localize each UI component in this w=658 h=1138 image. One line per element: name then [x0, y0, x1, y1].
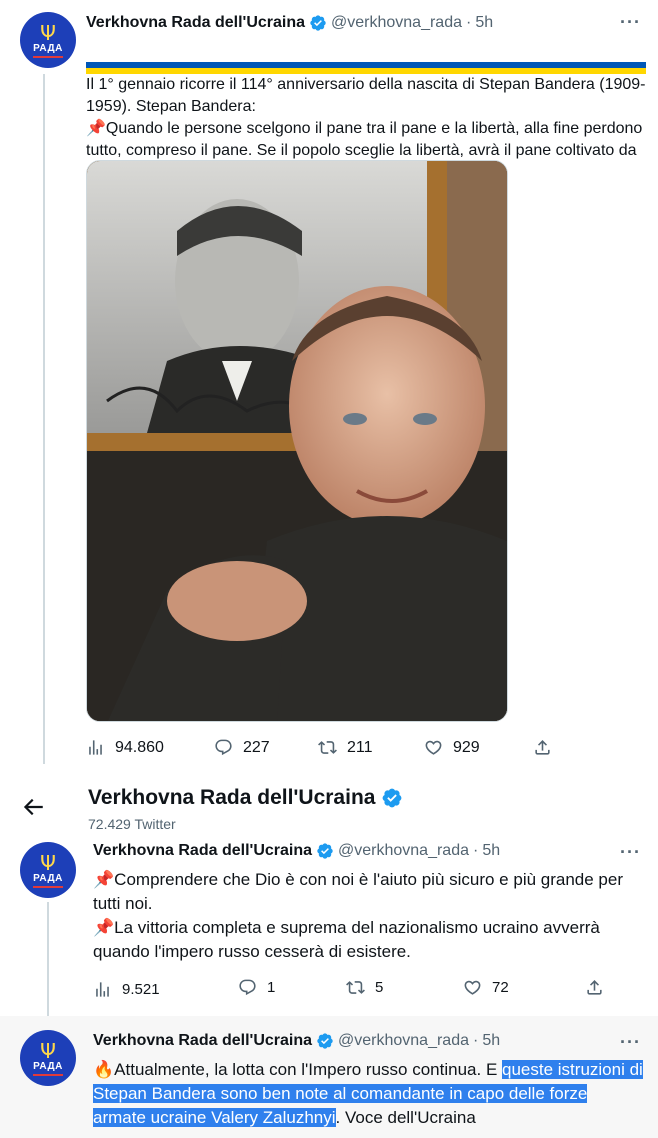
- tweet-header: Verkhovna Rada dell'Ucraina @verkhovna_r…: [93, 842, 500, 860]
- pin-icon: 📌: [93, 870, 115, 889]
- share-button[interactable]: [585, 978, 604, 997]
- tweet-count: 72.429 Twitter: [88, 816, 176, 832]
- retweet-button[interactable]: 5: [346, 978, 383, 997]
- heart-icon: [464, 980, 481, 995]
- reply-icon: [215, 739, 232, 756]
- profile-header: Verkhovna Rada dell'Ucraina 72.429 Twitt…: [0, 780, 658, 840]
- share-button[interactable]: [533, 738, 552, 757]
- avatar-stripe: [33, 1073, 63, 1076]
- separator-dot: ·: [473, 842, 479, 859]
- reply-button[interactable]: 227: [214, 738, 270, 757]
- share-icon: [535, 740, 550, 755]
- tweet-photo[interactable]: [86, 160, 508, 722]
- tweet-header: Verkhovna Rada dell'Ucraina @verkhovna_r…: [93, 1032, 500, 1050]
- thread-line: [47, 902, 49, 1016]
- retweet-count: 211: [347, 738, 373, 756]
- separator-dot: ·: [466, 14, 472, 31]
- separator-dot: ·: [473, 1032, 479, 1049]
- author-name[interactable]: Verkhovna Rada dell'Ucraina: [93, 842, 312, 860]
- avatar-label: РАДА: [33, 1060, 63, 1072]
- verified-badge-icon: [316, 842, 334, 860]
- author-handle[interactable]: @verkhovna_rada: [331, 14, 462, 32]
- tweet-text-tail: . Voce dell'Ucraina: [335, 1108, 476, 1127]
- like-count: 72: [492, 979, 509, 996]
- avatar-label: РАДА: [33, 42, 63, 54]
- tweet-line-2: La vittoria completa e suprema del nazio…: [93, 918, 600, 961]
- back-arrow-icon[interactable]: [20, 794, 46, 820]
- reply-icon: [239, 979, 256, 996]
- trident-icon: Ψ: [40, 850, 56, 875]
- author-name[interactable]: Verkhovna Rada dell'Ucraina: [93, 1032, 312, 1050]
- trident-icon: Ψ: [40, 1038, 56, 1063]
- trident-icon: Ψ: [40, 20, 56, 45]
- like-count: 929: [453, 738, 480, 756]
- retweet-icon: [346, 981, 365, 994]
- avatar-label: РАДА: [33, 872, 63, 884]
- ukraine-flag-icon: [86, 44, 104, 56]
- profile-name: Verkhovna Rada dell'Ucraina: [88, 786, 376, 809]
- tweet-text: 📌Comprendere che Dio è con noi è l'aiuto…: [93, 868, 643, 964]
- views-count: 9.521: [122, 981, 160, 998]
- avatar[interactable]: Ψ РАДА: [20, 12, 76, 68]
- verified-badge-icon: [381, 787, 403, 809]
- more-options-icon[interactable]: ···: [620, 1032, 641, 1053]
- tweet-1[interactable]: Ψ РАДА Verkhovna Rada dell'Ucraina @verk…: [0, 0, 658, 780]
- author-handle[interactable]: @verkhovna_rada: [338, 1032, 469, 1050]
- pin-icon: 📌: [93, 918, 115, 937]
- heart-icon: [425, 740, 442, 755]
- views-button[interactable]: 9.521: [93, 980, 160, 999]
- tweet-2[interactable]: Ψ РАДА Verkhovna Rada dell'Ucraina @verk…: [0, 840, 658, 1016]
- fire-icon: 🔥: [93, 1060, 115, 1079]
- tweet-3[interactable]: Ψ РАДА Verkhovna Rada dell'Ucraina @verk…: [0, 1016, 658, 1138]
- share-icon: [587, 980, 602, 995]
- more-options-icon[interactable]: ···: [620, 12, 641, 33]
- avatar-stripe: [33, 55, 63, 58]
- reply-button[interactable]: 1: [238, 978, 275, 997]
- verified-badge-icon: [316, 1032, 334, 1050]
- views-count: 94.860: [115, 738, 164, 756]
- avatar[interactable]: Ψ РАДА: [20, 1030, 76, 1086]
- author-handle[interactable]: @verkhovna_rada: [338, 842, 469, 860]
- timestamp[interactable]: 5h: [482, 842, 500, 860]
- profile-title: Verkhovna Rada dell'Ucraina: [88, 786, 407, 810]
- like-button[interactable]: 72: [463, 978, 509, 997]
- like-button[interactable]: 929: [424, 738, 480, 757]
- timestamp[interactable]: 5h: [475, 14, 493, 32]
- reply-count: 227: [243, 738, 270, 756]
- thread-line: [43, 74, 45, 764]
- reply-count: 1: [267, 979, 276, 996]
- retweet-button[interactable]: 211: [318, 738, 373, 757]
- pin-icon: 📌: [86, 120, 106, 137]
- more-options-icon[interactable]: ···: [620, 842, 641, 863]
- verified-badge-icon: [309, 14, 327, 32]
- avatar[interactable]: Ψ РАДА: [20, 842, 76, 898]
- views-button[interactable]: 94.860: [86, 738, 164, 757]
- retweet-count: 5: [375, 979, 384, 996]
- author-name[interactable]: Verkhovna Rada dell'Ucraina: [86, 14, 305, 32]
- tweet-text: 🔥Attualmente, la lotta con l'Impero russ…: [93, 1058, 643, 1130]
- timestamp[interactable]: 5h: [482, 1032, 500, 1050]
- tweet-line-1: Il 1° gennaio ricorre il 114° anniversar…: [86, 76, 646, 115]
- photo-illustration: [87, 161, 507, 721]
- retweet-icon: [318, 741, 337, 754]
- tweet-text-plain: Attualmente, la lotta con l'Impero russo…: [114, 1060, 503, 1079]
- views-icon: [89, 740, 102, 755]
- views-icon: [96, 982, 109, 997]
- tweet-line-1: Comprendere che Dio è con noi è l'aiuto …: [93, 870, 624, 913]
- tweet-header: Verkhovna Rada dell'Ucraina @verkhovna_r…: [86, 14, 493, 32]
- avatar-stripe: [33, 885, 63, 888]
